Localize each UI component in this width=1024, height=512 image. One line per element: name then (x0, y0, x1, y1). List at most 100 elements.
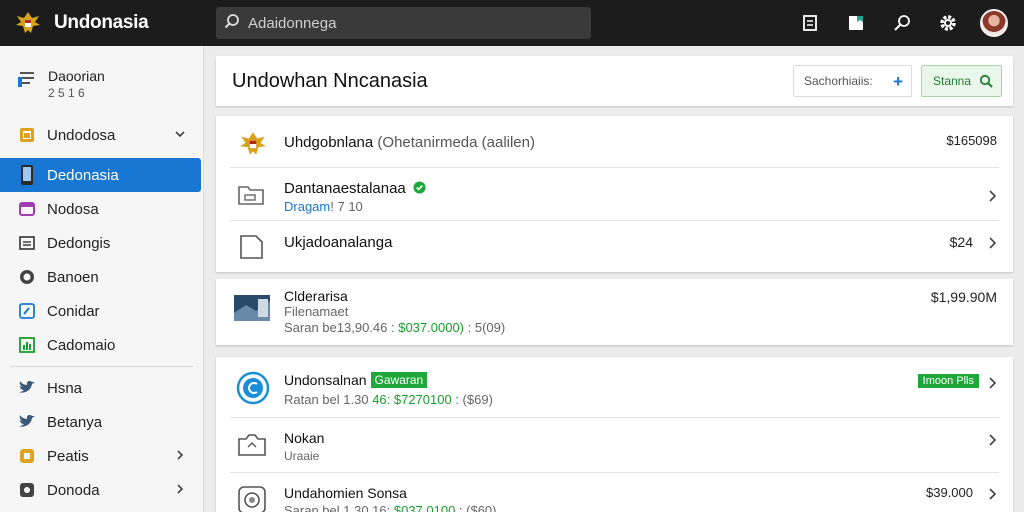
gear-icon[interactable] (932, 7, 964, 39)
search-button[interactable]: Stanna (921, 65, 1002, 97)
card-transaction: Clderarisa Filenamaet Saran be13,90.46 :… (216, 279, 1013, 345)
sidebar-item-label: Banoen (47, 268, 99, 286)
sidebar-item-conidar[interactable]: Conidar (0, 294, 203, 328)
top-bar: Undonasia (0, 0, 1024, 46)
edit-icon (18, 302, 36, 320)
chevron-right-icon[interactable] (987, 487, 997, 505)
list-item[interactable]: Ukjadoanalanga $24 (230, 222, 999, 272)
chevron-right-icon[interactable] (173, 482, 187, 496)
top-icons (780, 7, 1010, 39)
sidebar-item-hsna[interactable]: Hsna (0, 371, 203, 405)
sidebar-item-label: Nodosa (47, 200, 99, 218)
inbox-icon (18, 200, 36, 218)
search-input[interactable] (248, 14, 578, 32)
sidebar-item-label: Conidar (47, 302, 100, 320)
item-title: Ukjadoanalanga (284, 234, 393, 251)
garuda-emblem-icon (236, 128, 270, 165)
item-sub: Filenamaet (284, 304, 349, 319)
item-title: Undahomien Sonsa (284, 485, 407, 501)
search-bar[interactable] (216, 7, 591, 39)
sidebar-item-betanya[interactable]: Betanya (0, 405, 203, 439)
profile-sub: 2 5 1 6 (48, 86, 85, 100)
chevron-right-icon[interactable] (987, 236, 997, 254)
page-header: Undowhan Nncanasia Sachorhiaiis: + Stann… (216, 56, 1013, 106)
filter-field[interactable]: Sachorhiaiis: + (793, 65, 912, 97)
app-title: Undonasia (54, 12, 149, 33)
sidebar-item-peatis[interactable]: Peatis (0, 439, 203, 473)
verified-icon (410, 180, 426, 197)
list-item[interactable]: Undahomien Sonsa Saran bel 1.30.16: $037… (230, 474, 999, 512)
flag-icon (18, 447, 36, 465)
filter-field-text: Sachorhiaiis: (804, 74, 873, 88)
sidebar-item-dedongis[interactable]: Dedongis (0, 226, 203, 260)
user-avatar[interactable] (978, 7, 1010, 39)
item-detail: Ratan bel 1.30 46: $7270100 : ($69) (284, 392, 493, 407)
item-title: Dantanaestalanaa (284, 180, 426, 197)
lock-icon (18, 481, 36, 499)
sidebar-item-nodosa[interactable]: Nodosa (0, 192, 203, 226)
status-badge: Imoon Plls (917, 374, 979, 388)
search-icon (224, 13, 240, 34)
chevron-right-icon[interactable] (173, 448, 187, 462)
add-icon[interactable]: + (893, 72, 903, 92)
twitter-icon (18, 413, 36, 431)
sidebar-item-label: Donoda (47, 481, 100, 499)
sidebar-item-label: Dedonasia (47, 166, 119, 184)
list-item[interactable]: Uhdgobnlana (Ohetanirmeda (aalilen) $165… (230, 116, 999, 168)
sidebar: Daoorian 2 5 1 6 Undodosa Dedonasia Nodosa… (0, 46, 204, 512)
card-accounts: Uhdgobnlana (Ohetanirmeda (aalilen) $165… (216, 116, 1013, 272)
sidebar-profile[interactable]: Daoorian 2 5 1 6 (0, 46, 203, 118)
thumbnail-image (234, 291, 270, 330)
phone-icon (18, 165, 36, 185)
disc-icon (236, 484, 268, 512)
chevron-down-icon[interactable] (173, 127, 187, 141)
garuda-emblem-icon (12, 7, 44, 39)
profile-name: Daoorian (48, 68, 105, 84)
page-title: Undowhan Nncanasia (232, 69, 428, 92)
item-value: $1,99.90M (930, 289, 997, 305)
item-value: $24 (949, 234, 973, 250)
circle-c-icon (236, 371, 270, 410)
sidebar-item-donoda[interactable]: Donoda (0, 473, 203, 507)
status-badge: Gawaran (370, 372, 428, 388)
sidebar-item-label: Dedongis (47, 234, 111, 252)
sidebar-item-cadomaio[interactable]: Cadomaio (0, 328, 203, 362)
item-title: Undonsalnan Gawaran (284, 372, 428, 388)
item-title: Nokan (284, 430, 325, 446)
sidebar-item-undodosa[interactable]: Undodosa (0, 118, 203, 152)
list-item[interactable]: Dantanaestalanaa Dragam! 7 10 (230, 169, 999, 221)
sidebar-item-banoen[interactable]: Banoen (0, 260, 203, 294)
sidebar-item-label: Peatis (47, 447, 89, 465)
item-detail: Saran be13,90.46 : $037.0000) : 5(09) (284, 320, 506, 335)
sidebar-item-label: Cadomaio (47, 336, 116, 354)
sidebar-item-label: Undodosa (47, 126, 116, 144)
list-item[interactable]: Undonsalnan Gawaran Ratan bel 1.30 46: $7… (230, 357, 999, 418)
item-value: $39.000 (926, 485, 973, 500)
bookmark-icon[interactable] (840, 7, 872, 39)
sidebar-item-dedonasia[interactable]: Dedonasia (0, 158, 201, 192)
item-title: Uhdgobnlana (Ohetanirmeda (aalilen) (284, 134, 535, 151)
list-item[interactable]: Clderarisa Filenamaet Saran be13,90.46 :… (230, 279, 999, 345)
receipt-icon[interactable] (794, 7, 826, 39)
item-detail: Saran bel 1.30.16: $037.0100 : ($60) (284, 503, 497, 512)
avatar (980, 9, 1008, 37)
item-value: $165098 (946, 133, 997, 148)
clock-icon (18, 268, 36, 286)
list-item[interactable]: Nokan Uraaie (230, 419, 999, 473)
document-icon (236, 233, 266, 266)
chevron-right-icon[interactable] (987, 376, 997, 394)
twitter-icon (18, 379, 36, 397)
item-sub: Dragam! 7 10 (284, 199, 363, 214)
camera-icon (236, 431, 268, 464)
item-sub: Uraaie (284, 449, 320, 463)
sidebar-item-label: Hsna (47, 379, 83, 397)
brand[interactable]: Undonasia (0, 7, 216, 39)
chevron-right-icon[interactable] (987, 433, 997, 451)
list-icon (18, 234, 36, 252)
search-button-label: Stanna (933, 74, 972, 88)
profile-list-icon (18, 68, 38, 118)
receipt-icon (236, 183, 266, 212)
chevron-right-icon[interactable] (987, 189, 997, 207)
item-title: Clderarisa (284, 288, 348, 304)
search-icon[interactable] (886, 7, 918, 39)
